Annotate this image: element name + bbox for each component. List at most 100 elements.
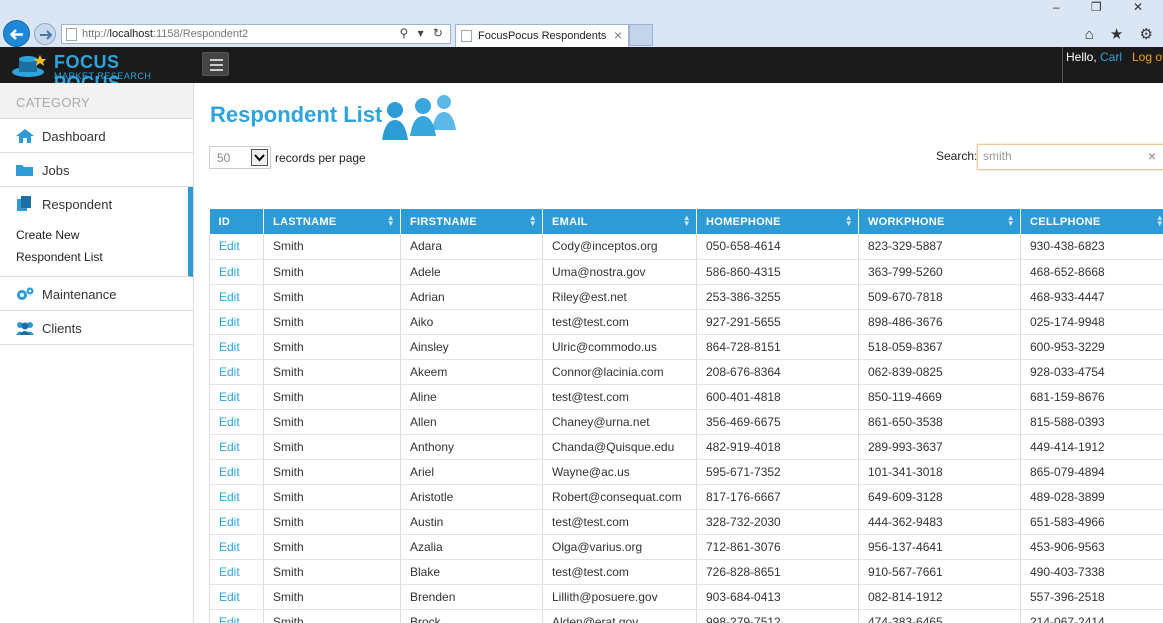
cell-id: Edit bbox=[209, 609, 264, 623]
cell-cellphone: 651-583-4966 bbox=[1020, 509, 1163, 535]
respondent-submenu: Create New Respondent List bbox=[0, 219, 193, 277]
edit-link[interactable]: Edit bbox=[219, 390, 240, 404]
edit-link[interactable]: Edit bbox=[219, 415, 240, 429]
cell-firstname: Allen bbox=[400, 409, 543, 435]
cell-lastname: Smith bbox=[263, 459, 401, 485]
cell-email: Robert@consequat.com bbox=[542, 484, 697, 510]
new-tab-button[interactable] bbox=[629, 24, 653, 46]
cell-homephone: 356-469-6675 bbox=[696, 409, 859, 435]
cell-homephone: 482-919-4018 bbox=[696, 434, 859, 460]
sidebar-item-label: Maintenance bbox=[42, 287, 117, 302]
column-header-email[interactable]: EMAIL ▲ ▼ bbox=[542, 209, 697, 234]
back-button[interactable] bbox=[3, 20, 30, 47]
table-row: Edit Smith Anthony Chanda@Quisque.edu 482-91… bbox=[209, 434, 1163, 460]
column-header-label: CELLPHONE bbox=[1030, 215, 1101, 228]
cell-id: Edit bbox=[209, 384, 264, 410]
menu-toggle-button[interactable] bbox=[202, 52, 229, 76]
url-text: http://localhost:1158/Respondent2 bbox=[82, 28, 249, 40]
sidebar-item-maintenance[interactable]: Maintenance bbox=[0, 277, 193, 311]
edit-link[interactable]: Edit bbox=[219, 565, 240, 579]
edit-link[interactable]: Edit bbox=[219, 290, 240, 304]
edit-link[interactable]: Edit bbox=[219, 239, 240, 253]
browser-tab[interactable]: FocusPocus Respondents × bbox=[455, 24, 629, 47]
forward-button[interactable] bbox=[34, 23, 56, 45]
edit-link[interactable]: Edit bbox=[219, 515, 240, 529]
table-row: Edit Smith Brenden Lillith@posuere.gov 903-6… bbox=[209, 584, 1163, 610]
page-size-select[interactable]: 50 bbox=[209, 146, 271, 169]
edit-link[interactable]: Edit bbox=[219, 265, 240, 279]
cell-id: Edit bbox=[209, 359, 264, 385]
edit-link[interactable]: Edit bbox=[219, 490, 240, 504]
user-box: Hello, Carl Log off bbox=[1062, 47, 1163, 83]
cell-email: Wayne@ac.us bbox=[542, 459, 697, 485]
sort-icon: ▲ ▼ bbox=[1006, 213, 1015, 228]
cell-firstname: Aline bbox=[400, 384, 543, 410]
edit-link[interactable]: Edit bbox=[219, 340, 240, 354]
sidebar-item-jobs[interactable]: Jobs bbox=[0, 153, 193, 187]
column-header-cellphone[interactable]: CELLPHONE ▲ ▼ bbox=[1020, 209, 1163, 234]
search-input[interactable] bbox=[983, 149, 1133, 163]
address-bar[interactable]: http://localhost:1158/Respondent2 ⚲ ▾ ↻ bbox=[61, 24, 451, 44]
cell-id: Edit bbox=[209, 534, 264, 560]
cell-firstname: Akeem bbox=[400, 359, 543, 385]
cell-firstname: Adara bbox=[400, 234, 543, 260]
cell-firstname: Brenden bbox=[400, 584, 543, 610]
cell-workphone: 956-137-4641 bbox=[858, 534, 1021, 560]
cell-lastname: Smith bbox=[263, 409, 401, 435]
clear-search-icon[interactable]: × bbox=[1148, 148, 1156, 164]
column-header-homephone[interactable]: HOMEPHONE ▲ ▼ bbox=[696, 209, 859, 234]
cell-workphone: 082-814-1912 bbox=[858, 584, 1021, 610]
submenu-respondent-list[interactable]: Respondent List bbox=[16, 246, 188, 268]
table-row: Edit Smith Aristotle Robert@consequat.com 81… bbox=[209, 484, 1163, 510]
column-header-workphone[interactable]: WORKPHONE ▲ ▼ bbox=[858, 209, 1021, 234]
address-tools[interactable]: ⚲ ▾ ↻ bbox=[399, 26, 446, 40]
logo[interactable]: FOCUS POCUS MARKET RESEARCH MAGIC bbox=[10, 49, 170, 93]
cell-id: Edit bbox=[209, 484, 264, 510]
cell-workphone: 101-341-3018 bbox=[858, 459, 1021, 485]
cell-id: Edit bbox=[209, 459, 264, 485]
edit-link[interactable]: Edit bbox=[219, 590, 240, 604]
user-name-link[interactable]: Carl bbox=[1100, 50, 1122, 64]
column-header-id[interactable]: ID bbox=[209, 209, 264, 234]
table-row: Edit Smith Aiko test@test.com 927-291-5655 89… bbox=[209, 309, 1163, 335]
logoff-link[interactable]: Log off bbox=[1132, 50, 1163, 64]
tab-title: FocusPocus Respondents bbox=[478, 30, 607, 42]
cell-homephone: 927-291-5655 bbox=[696, 309, 859, 335]
cell-email: Ulric@commodo.us bbox=[542, 334, 697, 360]
cell-workphone: 910-567-7661 bbox=[858, 559, 1021, 585]
cell-lastname: Smith bbox=[263, 309, 401, 335]
sidebar-item-dashboard[interactable]: Dashboard bbox=[0, 119, 193, 153]
edit-link[interactable]: Edit bbox=[219, 540, 240, 554]
edit-link[interactable]: Edit bbox=[219, 315, 240, 329]
cell-firstname: Adele bbox=[400, 259, 543, 285]
cell-cellphone: 453-906-9563 bbox=[1020, 534, 1163, 560]
home-icon bbox=[16, 129, 34, 143]
sidebar-item-respondent[interactable]: Respondent bbox=[0, 187, 193, 219]
column-header-firstname[interactable]: FIRSTNAME ▲ ▼ bbox=[400, 209, 543, 234]
window-controls[interactable]: – ❐ ✕ bbox=[1053, 0, 1157, 14]
submenu-create-new[interactable]: Create New bbox=[16, 224, 188, 246]
cell-email: Chanda@Quisque.edu bbox=[542, 434, 697, 460]
tab-close-icon[interactable]: × bbox=[614, 27, 622, 43]
page-size-value: 50 bbox=[217, 151, 231, 165]
edit-link[interactable]: Edit bbox=[219, 615, 240, 623]
tab-favicon-icon bbox=[461, 30, 472, 42]
chevron-down-icon[interactable] bbox=[251, 149, 268, 166]
cell-email: test@test.com bbox=[542, 309, 697, 335]
column-header-lastname[interactable]: LASTNAME ▲ ▼ bbox=[263, 209, 401, 234]
cell-homephone: 998-279-7512 bbox=[696, 609, 859, 623]
table-row: Edit Smith Brock Alden@erat.gov 998-279-7512… bbox=[209, 609, 1163, 623]
search-field[interactable]: × bbox=[977, 144, 1163, 170]
cell-lastname: Smith bbox=[263, 484, 401, 510]
cell-workphone: 289-993-3637 bbox=[858, 434, 1021, 460]
cell-cellphone: 815-588-0393 bbox=[1020, 409, 1163, 435]
browser-toolbar-icons[interactable]: ⌂ ★ ⚙ bbox=[1085, 25, 1159, 43]
edit-link[interactable]: Edit bbox=[219, 440, 240, 454]
cell-lastname: Smith bbox=[263, 284, 401, 310]
column-header-label: ID bbox=[218, 215, 231, 228]
sidebar-item-clients[interactable]: Clients bbox=[0, 311, 193, 345]
edit-link[interactable]: Edit bbox=[219, 365, 240, 379]
cell-homephone: 600-401-4818 bbox=[696, 384, 859, 410]
edit-link[interactable]: Edit bbox=[219, 465, 240, 479]
cell-workphone: 518-059-8367 bbox=[858, 334, 1021, 360]
